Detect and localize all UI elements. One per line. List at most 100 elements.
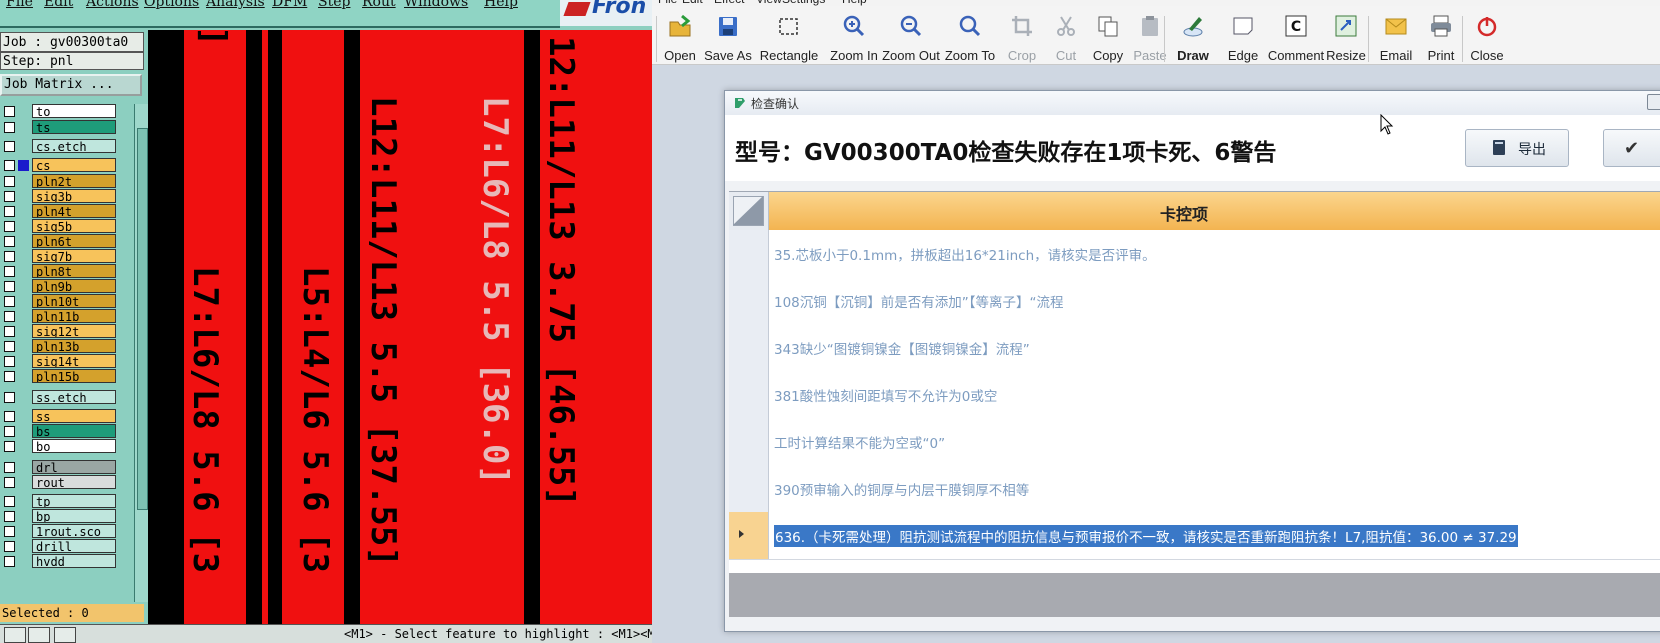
layer-row[interactable]: pln9b <box>2 279 132 294</box>
cad-menu-edit[interactable]: Edit <box>44 0 73 10</box>
toolbar-close-button[interactable]: Close <box>1466 12 1508 63</box>
layer-checkbox[interactable] <box>4 441 15 452</box>
grid-row[interactable]: 381酸性蚀刻间距填写不允许为0或空 <box>729 371 1660 419</box>
layer-checkbox[interactable] <box>4 221 15 232</box>
toolbar-resize-button[interactable]: Resize <box>1322 12 1370 63</box>
layer-checkbox[interactable] <box>4 392 15 403</box>
layer-row[interactable]: pln11b <box>2 309 132 324</box>
row-header[interactable] <box>729 418 769 465</box>
layer-row[interactable]: sig14t <box>2 354 132 369</box>
toolbar-edge-button[interactable]: Edge <box>1222 12 1264 63</box>
layer-checkbox[interactable] <box>4 426 15 437</box>
layer-checkbox[interactable] <box>4 511 15 522</box>
layer-row[interactable]: sig3b <box>2 189 132 204</box>
status-button[interactable] <box>4 627 26 643</box>
layer-row[interactable]: pln2t <box>2 174 132 189</box>
toolbar-rectangle-button[interactable]: Rectangle <box>756 12 822 63</box>
layer-row[interactable]: sig12t <box>2 324 132 339</box>
graphic-canvas[interactable]: L7:L6/L8 5.6 [3 L5:L4/L6 5.6 [3 L12:L11/… <box>148 30 652 624</box>
column-header[interactable]: 卡控项 <box>769 201 1599 225</box>
layer-checkbox[interactable] <box>4 236 15 247</box>
layer-checkbox[interactable] <box>4 191 15 202</box>
grid-row[interactable]: 35.芯板小于0.1mm，拼板超出16*21inch，请核实是否评审。 <box>729 230 1660 278</box>
layer-row[interactable]: bp <box>2 509 132 524</box>
row-header[interactable] <box>729 230 769 277</box>
layer-row[interactable]: ts <box>2 120 132 135</box>
layer-checkbox[interactable] <box>4 526 15 537</box>
toolbar-draw-button[interactable]: Draw <box>1170 12 1216 63</box>
check-item-cell[interactable]: 636.（卡死需处理）阻抗测试流程中的阻抗信息与预审报价不一致，请核实是否重新跑… <box>774 525 1518 547</box>
layer-row[interactable]: pln13b <box>2 339 132 354</box>
toolbar-comment-button[interactable]: C Comment <box>1262 12 1330 63</box>
layer-checkbox[interactable] <box>4 311 15 322</box>
cad-menu-analysis[interactable]: Analysis <box>206 0 265 10</box>
layer-checkbox[interactable] <box>4 141 15 152</box>
scrollbar-thumb[interactable] <box>137 128 148 510</box>
maximize-button[interactable] <box>1647 94 1660 110</box>
toolbar-open-button[interactable]: Open <box>660 12 700 63</box>
layer-checkbox[interactable] <box>4 122 15 133</box>
layer-checkbox[interactable] <box>4 411 15 422</box>
status-button[interactable] <box>28 627 50 643</box>
layer-row[interactable]: pln10t <box>2 294 132 309</box>
layer-row[interactable]: drl <box>2 460 132 475</box>
layer-row[interactable]: cs <box>2 158 132 173</box>
layer-row[interactable]: bs <box>2 424 132 439</box>
confirm-button[interactable]: ✔ <box>1603 129 1660 167</box>
cad-menu-dfm[interactable]: DFM <box>272 0 307 10</box>
toolbar-email-button[interactable]: Email <box>1376 12 1416 63</box>
layer-checkbox[interactable] <box>4 341 15 352</box>
layer-checkbox[interactable] <box>4 266 15 277</box>
layer-checkbox[interactable] <box>4 541 15 552</box>
toolbar-zoom-out-button[interactable]: Zoom Out <box>880 12 942 63</box>
check-item-cell[interactable]: 35.芯板小于0.1mm，拼板超出16*21inch，请核实是否评审。 <box>774 244 1156 264</box>
layer-row[interactable]: drill <box>2 539 132 554</box>
cad-menu-rout[interactable]: Rout <box>362 0 396 10</box>
layer-checkbox[interactable] <box>4 281 15 292</box>
layer-list-scrollbar[interactable] <box>134 104 149 602</box>
cad-menu-help[interactable]: Help <box>484 0 518 10</box>
toolbar-save-as-button[interactable]: Save As <box>702 12 754 63</box>
toolbar-print-button[interactable]: Print <box>1422 12 1460 63</box>
check-item-cell[interactable]: 工时计算结果不能为空或“0” <box>774 432 945 452</box>
status-button[interactable] <box>54 627 76 643</box>
select-all-corner[interactable] <box>729 192 769 230</box>
layer-checkbox[interactable] <box>4 176 15 187</box>
layer-checkbox[interactable] <box>4 160 15 171</box>
layer-row[interactable]: sig5b <box>2 219 132 234</box>
layer-row[interactable]: pln4t <box>2 204 132 219</box>
layer-checkbox[interactable] <box>4 296 15 307</box>
layer-row[interactable]: rout <box>2 475 132 490</box>
check-item-cell[interactable]: 390预审输入的铜厚与内层干膜铜厚不相等 <box>774 479 1029 499</box>
grid-row[interactable]: 390预审输入的铜厚与内层干膜铜厚不相等 <box>729 465 1660 513</box>
cad-menu-actions[interactable]: Actions <box>86 0 139 10</box>
layer-checkbox[interactable] <box>4 356 15 367</box>
layer-checkbox[interactable] <box>4 462 15 473</box>
check-item-cell[interactable]: 343缺少“图镀铜镍金【图镀铜镍金】流程” <box>774 338 1030 358</box>
layer-row[interactable]: cs.etch <box>2 139 132 154</box>
layer-checkbox[interactable] <box>4 496 15 507</box>
export-button[interactable]: 导出 <box>1465 129 1569 167</box>
row-header[interactable] <box>729 277 769 324</box>
layer-checkbox[interactable] <box>4 556 15 567</box>
layer-checkbox[interactable] <box>4 206 15 217</box>
layer-checkbox[interactable] <box>4 251 15 262</box>
layer-row[interactable]: 1rout.sco <box>2 524 132 539</box>
toolbar-copy-button[interactable]: Copy <box>1088 12 1128 63</box>
row-header[interactable] <box>729 465 769 512</box>
grid-row[interactable]: 636.（卡死需处理）阻抗测试流程中的阻抗信息与预审报价不一致，请核实是否重新跑… <box>729 512 1660 560</box>
layer-row[interactable]: pln6t <box>2 234 132 249</box>
layer-row[interactable]: pln8t <box>2 264 132 279</box>
layer-row[interactable]: hvdd <box>2 554 132 569</box>
toolbar-zoom-to-button[interactable]: Zoom To <box>940 12 1000 63</box>
layer-row[interactable]: ss <box>2 409 132 424</box>
layer-checkbox[interactable] <box>4 326 15 337</box>
job-matrix-button[interactable]: Job Matrix ... <box>0 74 142 96</box>
cad-menu-windows[interactable]: Windows <box>404 0 468 10</box>
layer-row[interactable]: bo <box>2 439 132 454</box>
layer-checkbox[interactable] <box>4 106 15 117</box>
grid-row[interactable]: 工时计算结果不能为空或“0” <box>729 418 1660 466</box>
toolbar-zoom-in-button[interactable]: Zoom In <box>824 12 884 63</box>
grid-row[interactable]: 343缺少“图镀铜镍金【图镀铜镍金】流程” <box>729 324 1660 372</box>
row-header[interactable] <box>729 512 769 559</box>
